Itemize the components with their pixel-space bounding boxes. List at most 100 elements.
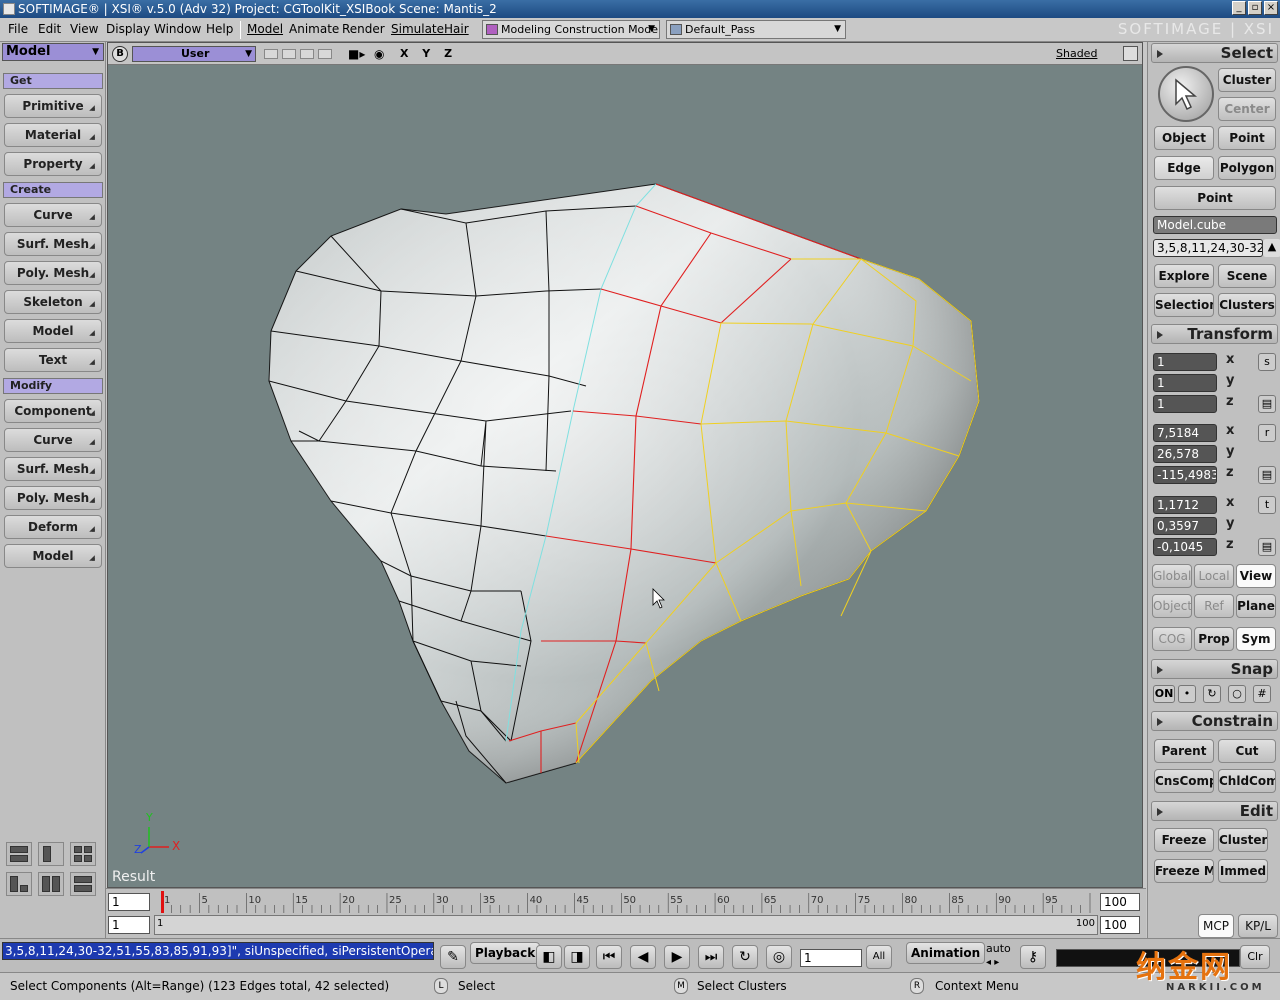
audio-icon[interactable]: ◎ xyxy=(766,945,792,969)
cut-button[interactable]: Cut xyxy=(1218,739,1276,763)
create-curve-button[interactable]: Curve xyxy=(4,203,102,227)
parent-button[interactable]: Parent xyxy=(1154,739,1214,763)
animation-menu[interactable]: Animation xyxy=(906,942,986,964)
create-surf-mesh-button[interactable]: Surf. Mesh xyxy=(4,232,102,256)
scale-y-label[interactable]: y xyxy=(1226,373,1234,388)
ref-mode-button[interactable]: Ref xyxy=(1194,594,1234,618)
scale-tool-button[interactable]: s xyxy=(1258,353,1276,371)
all-button[interactable]: All xyxy=(866,945,892,969)
auto-key-arrows-icon[interactable]: ◂ ▸ xyxy=(986,957,999,968)
select-filter-menu[interactable]: Point xyxy=(1154,186,1276,210)
layout-single-icon[interactable] xyxy=(38,842,64,866)
modify-component-button[interactable]: Component xyxy=(4,399,102,423)
viewport[interactable]: B User ▼ ■▸ ◉ X Y Z Shaded X Y Z Result xyxy=(107,42,1143,888)
get-property-button[interactable]: Property xyxy=(4,152,102,176)
section-create[interactable]: Create xyxy=(3,182,103,198)
viewport-memo-3[interactable] xyxy=(300,49,314,59)
timeline-end-field[interactable]: 100 xyxy=(1100,893,1140,911)
create-text-button[interactable]: Text xyxy=(4,348,102,372)
local-mode-button[interactable]: Local xyxy=(1194,564,1234,588)
timeline-playhead[interactable] xyxy=(161,891,164,913)
restore-button[interactable]: ▫ xyxy=(1248,1,1262,15)
get-material-button[interactable]: Material xyxy=(4,123,102,147)
section-get[interactable]: Get xyxy=(3,73,103,89)
loop-icon[interactable]: ↻ xyxy=(732,945,758,969)
rotate-x-label[interactable]: x xyxy=(1226,423,1234,438)
toolbar-mode-select[interactable]: Model ▼ xyxy=(2,43,104,61)
module-simulate[interactable]: Simulate xyxy=(391,22,444,36)
menu-window[interactable]: Window xyxy=(154,22,201,36)
scale-z-label[interactable]: z xyxy=(1226,394,1234,409)
scene-button[interactable]: Scene xyxy=(1218,264,1276,288)
rotate-z-field[interactable]: -115,4983 xyxy=(1153,466,1217,484)
snap-circle-icon[interactable]: ○ xyxy=(1228,685,1246,703)
camera-select[interactable]: User ▼ xyxy=(132,46,256,62)
global-mode-button[interactable]: Global xyxy=(1152,564,1192,588)
viewport-memo-2[interactable] xyxy=(282,49,296,59)
translate-z-label[interactable]: z xyxy=(1226,537,1234,552)
select-center-button[interactable]: Center xyxy=(1218,97,1276,121)
key-icon[interactable]: ⚷ xyxy=(1020,945,1046,969)
select-object-button[interactable]: Object xyxy=(1154,126,1214,150)
prop-button[interactable]: Prop xyxy=(1194,627,1234,651)
select-tool-button[interactable] xyxy=(1158,66,1214,122)
viewport-b-button[interactable]: B xyxy=(112,46,128,62)
transform-panel-header[interactable]: Transform xyxy=(1151,324,1278,344)
timeline-range-slider[interactable]: 1 100 xyxy=(154,915,1098,935)
scale-x-field[interactable]: 1 xyxy=(1153,353,1217,371)
sym-button[interactable]: Sym xyxy=(1236,627,1276,651)
layout-vertical-icon[interactable] xyxy=(38,872,64,896)
translate-x-label[interactable]: x xyxy=(1226,495,1234,510)
rotate-tool-button[interactable]: r xyxy=(1258,424,1276,442)
translate-tool-button[interactable]: t xyxy=(1258,496,1276,514)
current-frame-field[interactable]: 1 xyxy=(800,949,862,967)
selected-components-field[interactable]: 3,5,8,11,24,30-32 xyxy=(1153,239,1263,257)
menu-edit[interactable]: Edit xyxy=(38,22,61,36)
scale-z-field[interactable]: 1 xyxy=(1153,395,1217,413)
rewind-icon[interactable]: ⏮ xyxy=(596,945,622,969)
layout-four-icon[interactable] xyxy=(6,842,32,866)
freeze-m-button[interactable]: Freeze M xyxy=(1154,859,1214,883)
translate-y-field[interactable]: 0,3597 xyxy=(1153,517,1217,535)
immed-button[interactable]: Immed xyxy=(1218,859,1268,883)
eye-icon[interactable]: ◉ xyxy=(374,47,384,61)
menu-help[interactable]: Help xyxy=(206,22,233,36)
selection-button[interactable]: Selection xyxy=(1154,293,1214,317)
menu-display[interactable]: Display xyxy=(106,22,150,36)
component-scroll-icon[interactable]: ▲ xyxy=(1263,239,1280,257)
module-animate[interactable]: Animate xyxy=(289,22,339,36)
menu-file[interactable]: File xyxy=(8,22,28,36)
viewport-axes-toggle[interactable]: X Y Z xyxy=(400,47,457,60)
constrain-panel-header[interactable]: Constrain xyxy=(1151,711,1278,731)
modify-poly-mesh-button[interactable]: Poly. Mesh xyxy=(4,486,102,510)
play-icon[interactable]: ▶ xyxy=(664,945,690,969)
translate-x-field[interactable]: 1,1712 xyxy=(1153,496,1217,514)
rotate-z-label[interactable]: z xyxy=(1226,465,1234,480)
get-primitive-button[interactable]: Primitive xyxy=(4,94,102,118)
playback-menu[interactable]: Playback xyxy=(470,942,541,964)
view-mode-button[interactable]: View xyxy=(1236,564,1276,588)
translate-options-icon[interactable]: ▤ xyxy=(1258,538,1276,556)
kpl-button[interactable]: KP/L xyxy=(1238,914,1278,938)
cnscomp-button[interactable]: CnsComp xyxy=(1154,769,1214,793)
display-mode-select[interactable]: Shaded xyxy=(1056,47,1097,60)
select-panel-header[interactable]: Select xyxy=(1151,43,1278,63)
viewport-memo-1[interactable] xyxy=(264,49,278,59)
previous-frame-icon[interactable]: ◀ xyxy=(630,945,656,969)
layout-horizontal-icon[interactable] xyxy=(70,872,96,896)
scale-options-icon[interactable]: ▤ xyxy=(1258,395,1276,413)
clusters-button[interactable]: Clusters xyxy=(1218,293,1276,317)
mesh-object[interactable] xyxy=(108,65,1142,887)
chldcomp-button[interactable]: ChldComp xyxy=(1218,769,1276,793)
select-point-button[interactable]: Point xyxy=(1218,126,1276,150)
snap-point-icon[interactable]: • xyxy=(1178,685,1196,703)
select-edge-button[interactable]: Edge xyxy=(1154,156,1214,180)
timeline-range-end-field[interactable]: 100 xyxy=(1100,916,1140,934)
rotate-y-label[interactable]: y xyxy=(1226,444,1234,459)
plane-mode-button[interactable]: Plane xyxy=(1236,594,1276,618)
create-poly-mesh-button[interactable]: Poly. Mesh xyxy=(4,261,102,285)
freeze-button[interactable]: Freeze xyxy=(1154,828,1214,852)
first-frame-icon[interactable]: ◧ xyxy=(536,945,562,969)
rotate-y-field[interactable]: 26,578 xyxy=(1153,445,1217,463)
translate-y-label[interactable]: y xyxy=(1226,516,1234,531)
